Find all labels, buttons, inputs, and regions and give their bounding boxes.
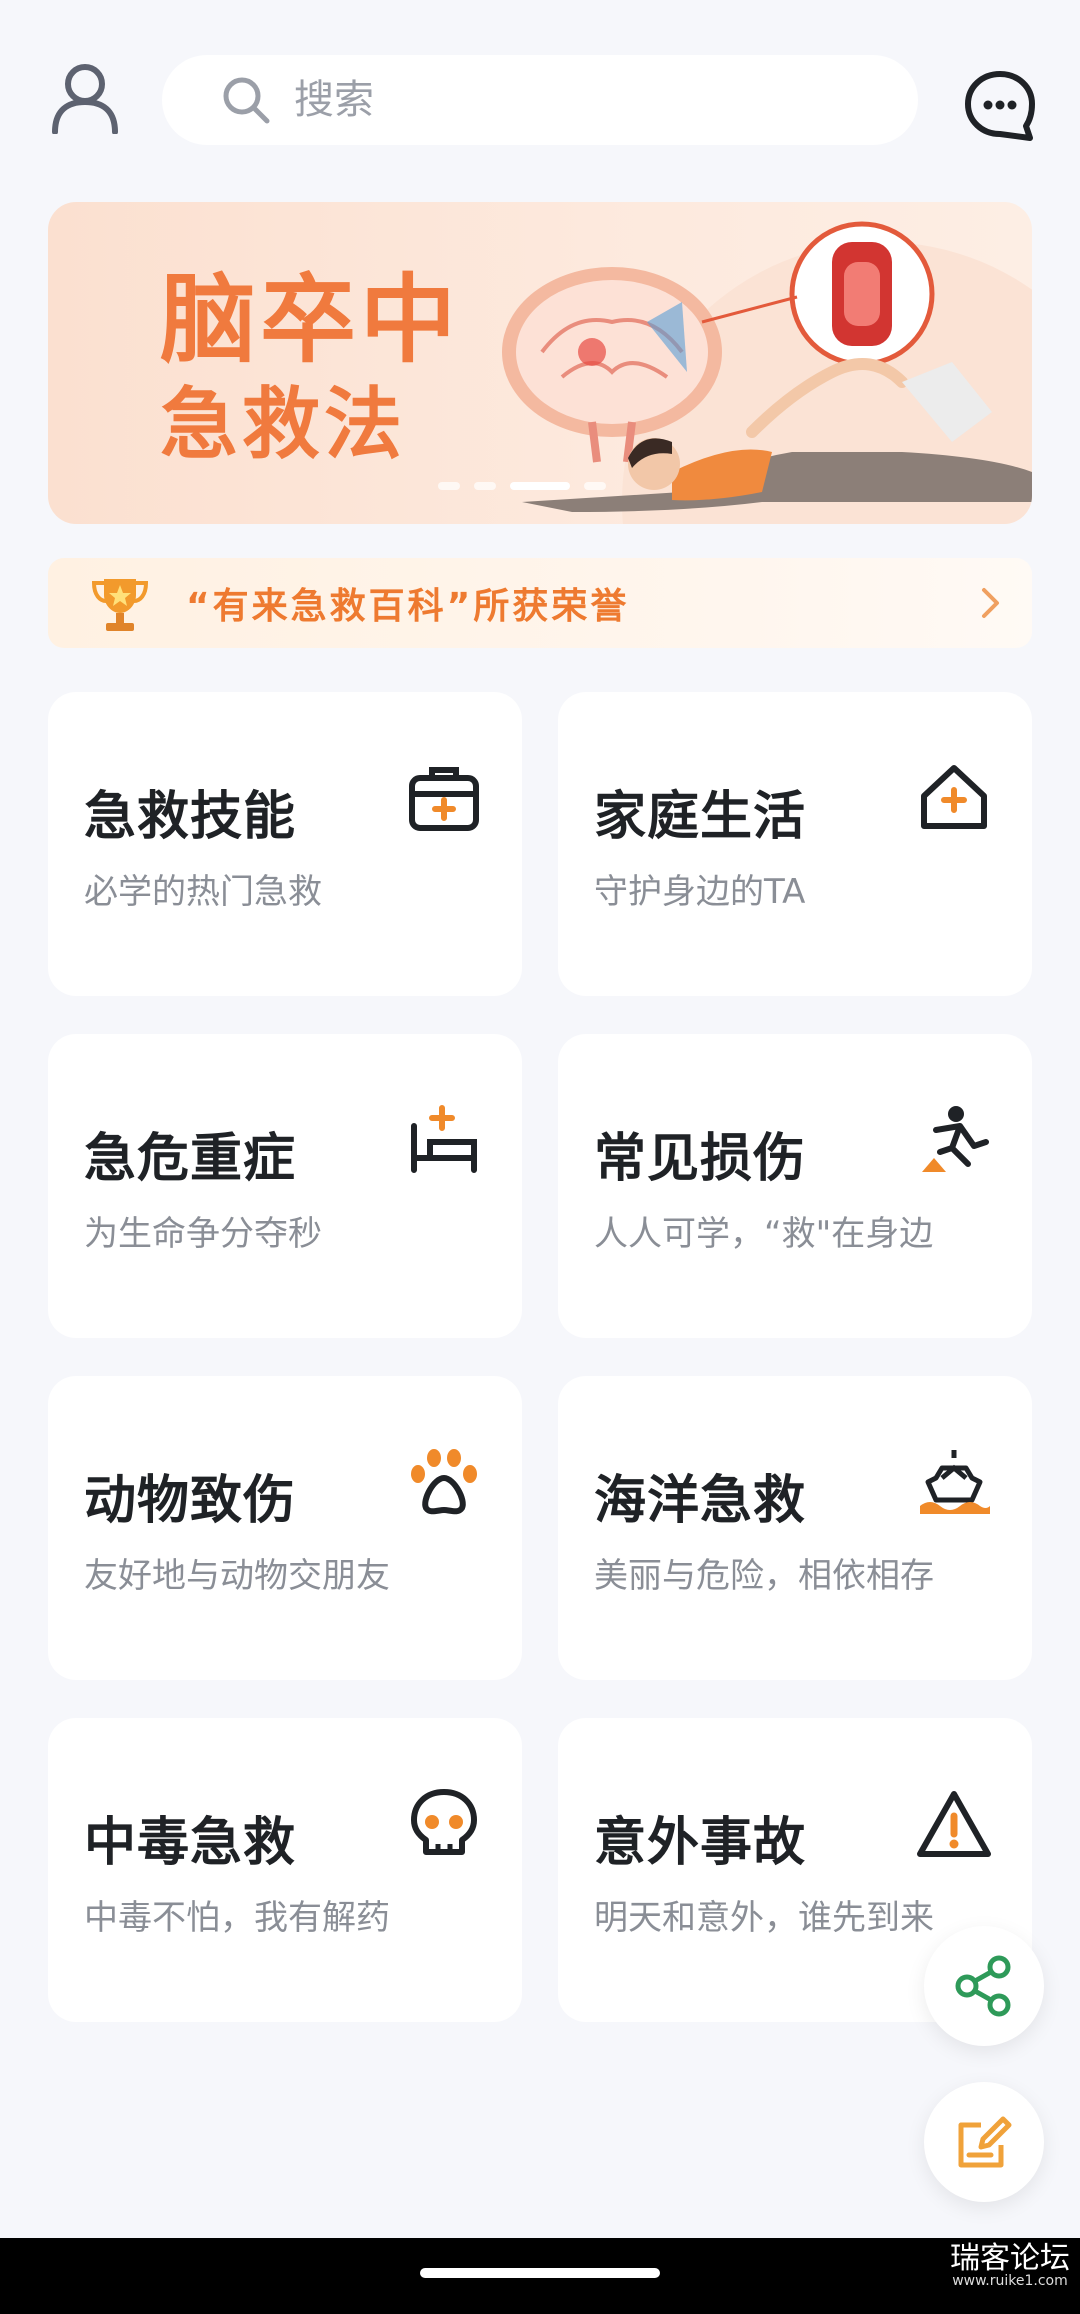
trophy-icon [91, 579, 149, 631]
category-card-first-aid-skills[interactable]: 急救技能 必学的热门急救 [48, 692, 522, 996]
card-title: 急危重症 [84, 1129, 297, 1189]
share-button[interactable] [924, 1926, 1044, 2046]
honor-text: “有来急救百科”所获荣誉 [186, 586, 630, 627]
share-icon [955, 1955, 1011, 2017]
category-card-animal-injuries[interactable]: 动物致伤 友好地与动物交朋友 [48, 1376, 522, 1680]
paw-icon [411, 1449, 477, 1515]
card-title: 常见损伤 [594, 1129, 807, 1189]
card-subtitle: 友好地与动物交朋友 [84, 1556, 390, 1596]
card-title: 动物致伤 [84, 1471, 297, 1531]
carousel-dot [584, 482, 606, 490]
card-subtitle: 必学的热门急救 [84, 872, 322, 912]
edit-icon [958, 2116, 1012, 2168]
search-icon [223, 77, 270, 124]
card-title: 意外事故 [594, 1813, 807, 1873]
card-subtitle: 美丽与危险，相依相存 [594, 1556, 934, 1596]
carousel-dot [438, 482, 460, 490]
home-gesture-bar[interactable] [420, 2268, 660, 2278]
chevron-right-icon [982, 588, 999, 618]
card-subtitle: 守护身边的TA [594, 872, 806, 912]
watermark-sub: www.ruike1.com [952, 2273, 1068, 2289]
card-subtitle: 中毒不怕，我有解药 [84, 1898, 390, 1938]
card-title: 急救技能 [84, 787, 297, 847]
watermark: 瑞客论坛 www.ruike1.com [950, 2241, 1070, 2289]
skull-icon [411, 1789, 477, 1855]
feedback-button[interactable] [924, 2082, 1044, 2202]
carousel-dot [474, 482, 496, 490]
hospital-bed-icon [411, 1105, 477, 1173]
slip-fall-icon [922, 1106, 989, 1172]
category-card-marine-first-aid[interactable]: 海洋急救 美丽与危险，相依相存 [558, 1376, 1032, 1680]
card-title: 中毒急救 [84, 1813, 297, 1873]
category-card-common-injuries[interactable]: 常见损伤 人人可学，“救"在身边 [558, 1034, 1032, 1338]
honor-banner[interactable]: “有来急救百科”所获荣誉 [48, 558, 1032, 648]
category-card-poisoning-first-aid[interactable]: 中毒急救 中毒不怕，我有解药 [48, 1718, 522, 2022]
card-title: 家庭生活 [594, 787, 807, 847]
watermark-main: 瑞客论坛 [950, 2241, 1070, 2276]
card-subtitle: 为生命争分夺秒 [84, 1214, 322, 1254]
category-card-home-life[interactable]: 家庭生活 守护身边的TA [558, 692, 1032, 996]
card-subtitle: 明天和意外，谁先到来 [594, 1898, 934, 1938]
banner-title-line1: 脑卒中 [160, 264, 460, 376]
system-nav-bar: 瑞客论坛 www.ruike1.com [0, 2238, 1080, 2314]
card-title: 海洋急救 [594, 1471, 807, 1531]
carousel-indicator [438, 482, 606, 490]
search-input[interactable] [292, 76, 796, 124]
stroke-illustration [502, 221, 1032, 524]
category-card-critical-illness[interactable]: 急危重症 为生命争分夺秒 [48, 1034, 522, 1338]
message-icon[interactable] [964, 70, 1036, 142]
search-bar[interactable] [162, 55, 918, 145]
first-aid-kit-icon [409, 767, 479, 831]
warning-icon [917, 1791, 991, 1857]
banner-carousel[interactable]: 脑卒中 急救法 [48, 202, 1032, 524]
ship-icon [920, 1450, 990, 1514]
home-plus-icon [921, 765, 987, 829]
carousel-dot-active [510, 482, 570, 490]
card-subtitle: 人人可学，“救"在身边 [594, 1214, 934, 1254]
user-profile-icon[interactable] [50, 62, 120, 134]
banner-title-line2: 急救法 [160, 380, 407, 470]
